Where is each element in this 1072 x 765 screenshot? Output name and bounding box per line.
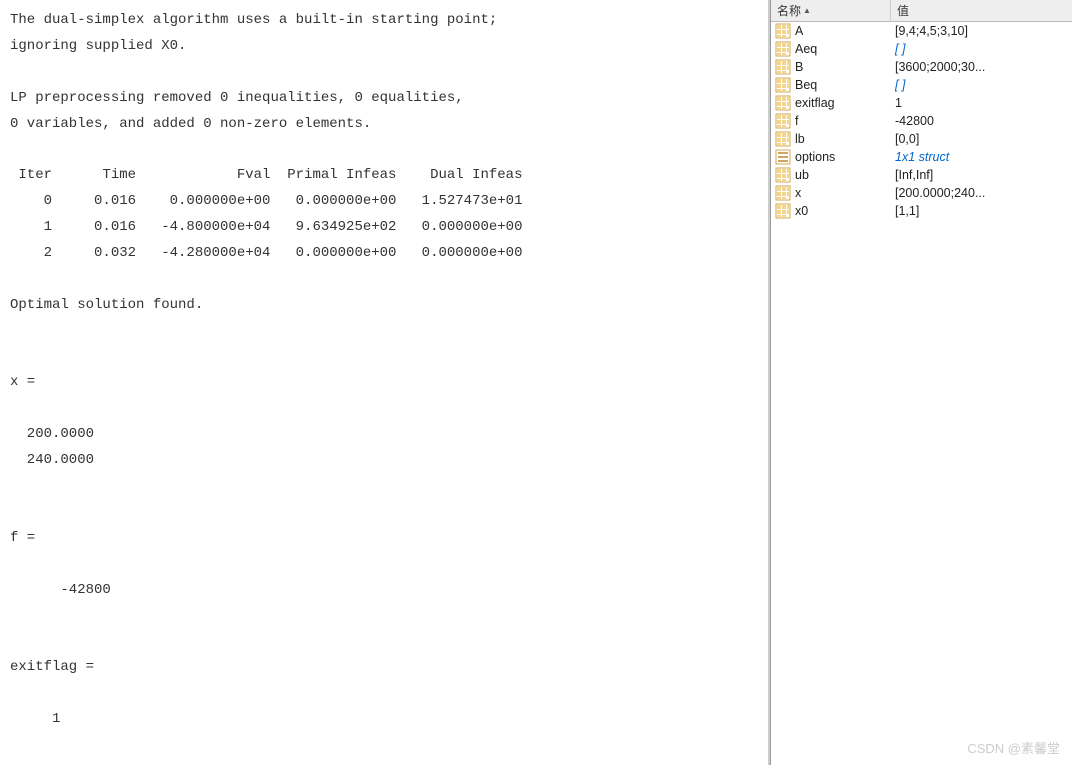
matrix-icon bbox=[775, 113, 791, 129]
workspace-variable-row[interactable]: A [9,4;4,5;3,10] bbox=[771, 22, 1072, 40]
variable-value-cell: [3600;2000;30... bbox=[891, 60, 1072, 74]
variable-name: f bbox=[795, 114, 798, 128]
variable-value-cell: [Inf,Inf] bbox=[891, 168, 1072, 182]
workspace-variable-row[interactable]: Aeq [ ] bbox=[771, 40, 1072, 58]
variable-name-cell: exitflag bbox=[771, 95, 891, 111]
variable-name: options bbox=[795, 150, 835, 164]
variable-value-cell: 1 bbox=[891, 96, 1072, 110]
iteration-table-row: 0 0.016 0.000000e+00 0.000000e+00 1.5274… bbox=[10, 193, 522, 209]
variable-name-cell: ub bbox=[771, 167, 891, 183]
workspace-variable-row[interactable]: x [200.0000;240... bbox=[771, 184, 1072, 202]
column-header-name[interactable]: 名称 ▲ bbox=[771, 0, 891, 22]
variable-value-cell: [1,1] bbox=[891, 204, 1072, 218]
output-value: 240.0000 bbox=[10, 452, 94, 468]
workspace-variable-row[interactable]: Beq [ ] bbox=[771, 76, 1072, 94]
variable-name-cell: x0 bbox=[771, 203, 891, 219]
iteration-table-row: 1 0.016 -4.800000e+04 9.634925e+02 0.000… bbox=[10, 219, 522, 235]
output-value: 1 bbox=[10, 711, 60, 727]
variable-name: x bbox=[795, 186, 801, 200]
matrix-icon bbox=[775, 185, 791, 201]
sort-ascending-icon: ▲ bbox=[803, 6, 811, 15]
output-value: -42800 bbox=[10, 582, 111, 598]
matrix-icon bbox=[775, 203, 791, 219]
variable-value-cell: [ ] bbox=[891, 42, 1072, 56]
variable-name-cell: Beq bbox=[771, 77, 891, 93]
struct-icon bbox=[775, 149, 791, 165]
workspace-panel: 名称 ▲ 值 A [9,4;4,5;3,10] Aeq [ ] B [3600;2000;… bbox=[770, 0, 1072, 765]
variable-value-cell: [9,4;4,5;3,10] bbox=[891, 24, 1072, 38]
workspace-variable-list: A [9,4;4,5;3,10] Aeq [ ] B [3600;2000;30... Be… bbox=[771, 22, 1072, 765]
variable-name-cell: B bbox=[771, 59, 891, 75]
variable-name: A bbox=[795, 24, 803, 38]
workspace-variable-row[interactable]: lb [0,0] bbox=[771, 130, 1072, 148]
matrix-icon bbox=[775, 167, 791, 183]
workspace-variable-row[interactable]: ub [Inf,Inf] bbox=[771, 166, 1072, 184]
variable-name: exitflag bbox=[795, 96, 835, 110]
matrix-icon bbox=[775, 41, 791, 57]
iteration-table-row: 2 0.032 -4.280000e+04 0.000000e+00 0.000… bbox=[10, 245, 522, 261]
column-header-value-label: 值 bbox=[897, 2, 909, 19]
variable-name: Beq bbox=[795, 78, 817, 92]
column-header-value[interactable]: 值 bbox=[891, 0, 1072, 22]
variable-name-cell: Aeq bbox=[771, 41, 891, 57]
variable-name: lb bbox=[795, 132, 805, 146]
variable-name-cell: options bbox=[771, 149, 891, 165]
variable-name-cell: f bbox=[771, 113, 891, 129]
variable-name: B bbox=[795, 60, 803, 74]
output-var-label: f = bbox=[10, 530, 35, 546]
output-var-label: x = bbox=[10, 374, 35, 390]
variable-value-cell: [200.0000;240... bbox=[891, 186, 1072, 200]
console-line: Optimal solution found. bbox=[10, 297, 203, 313]
console-line: The dual-simplex algorithm uses a built-… bbox=[10, 12, 497, 28]
column-header-name-label: 名称 bbox=[777, 2, 801, 19]
variable-name-cell: lb bbox=[771, 131, 891, 147]
command-window[interactable]: The dual-simplex algorithm uses a built-… bbox=[0, 0, 770, 765]
iteration-table-header: Iter Time Fval Primal Infeas Dual Infeas bbox=[10, 167, 522, 183]
workspace-variable-row[interactable]: x0 [1,1] bbox=[771, 202, 1072, 220]
watermark-text: CSDN @素馨堂 bbox=[967, 738, 1060, 757]
matrix-icon bbox=[775, 77, 791, 93]
workspace-variable-row[interactable]: f -42800 bbox=[771, 112, 1072, 130]
variable-name: Aeq bbox=[795, 42, 817, 56]
variable-value-cell: -42800 bbox=[891, 114, 1072, 128]
workspace-variable-row[interactable]: exitflag 1 bbox=[771, 94, 1072, 112]
output-var-label: exitflag = bbox=[10, 659, 94, 675]
output-value: 200.0000 bbox=[10, 426, 94, 442]
workspace-header: 名称 ▲ 值 bbox=[771, 0, 1072, 22]
matrix-icon bbox=[775, 23, 791, 39]
variable-value-cell: [ ] bbox=[891, 78, 1072, 92]
console-line: 0 variables, and added 0 non-zero elemen… bbox=[10, 116, 371, 132]
matrix-icon bbox=[775, 59, 791, 75]
matrix-icon bbox=[775, 95, 791, 111]
variable-name: ub bbox=[795, 168, 809, 182]
console-line: ignoring supplied X0. bbox=[10, 38, 186, 54]
workspace-variable-row[interactable]: B [3600;2000;30... bbox=[771, 58, 1072, 76]
variable-value-cell: [0,0] bbox=[891, 132, 1072, 146]
variable-name-cell: x bbox=[771, 185, 891, 201]
workspace-variable-row[interactable]: options 1x1 struct bbox=[771, 148, 1072, 166]
matrix-icon bbox=[775, 131, 791, 147]
variable-value-cell: 1x1 struct bbox=[891, 150, 1072, 164]
console-line: LP preprocessing removed 0 inequalities,… bbox=[10, 90, 464, 106]
variable-name-cell: A bbox=[771, 23, 891, 39]
variable-name: x0 bbox=[795, 204, 808, 218]
